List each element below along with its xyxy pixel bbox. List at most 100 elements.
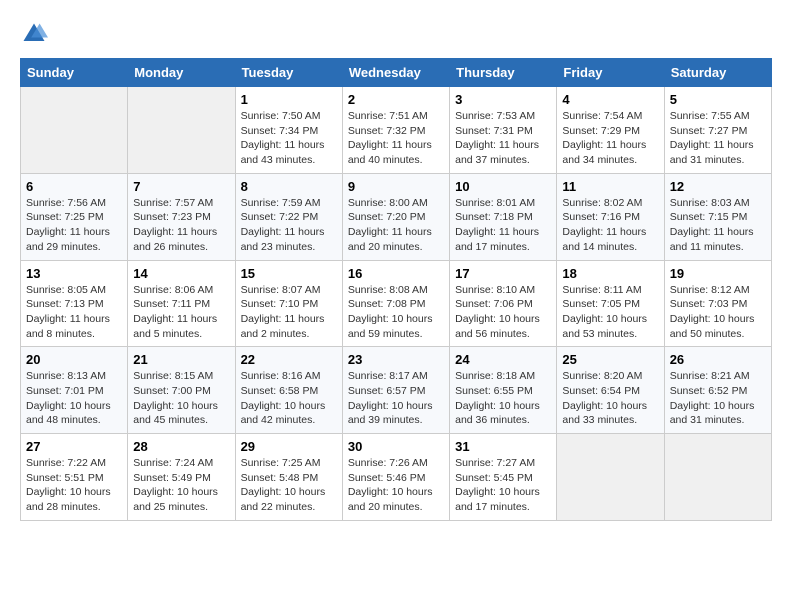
calendar-week-row: 27 Sunrise: 7:22 AM Sunset: 5:51 PM Dayli… bbox=[21, 434, 772, 521]
calendar-cell: 12 Sunrise: 8:03 AM Sunset: 7:15 PM Dayli… bbox=[664, 173, 771, 260]
day-number: 23 bbox=[348, 352, 444, 367]
day-number: 13 bbox=[26, 266, 122, 281]
day-info: Sunrise: 8:21 AM Sunset: 6:52 PM Dayligh… bbox=[670, 369, 766, 428]
day-number: 27 bbox=[26, 439, 122, 454]
day-info: Sunrise: 8:20 AM Sunset: 6:54 PM Dayligh… bbox=[562, 369, 658, 428]
calendar-cell: 16 Sunrise: 8:08 AM Sunset: 7:08 PM Dayli… bbox=[342, 260, 449, 347]
weekday-header: Monday bbox=[128, 59, 235, 87]
day-info: Sunrise: 8:02 AM Sunset: 7:16 PM Dayligh… bbox=[562, 196, 658, 255]
day-info: Sunrise: 7:24 AM Sunset: 5:49 PM Dayligh… bbox=[133, 456, 229, 515]
day-info: Sunrise: 8:10 AM Sunset: 7:06 PM Dayligh… bbox=[455, 283, 551, 342]
day-number: 17 bbox=[455, 266, 551, 281]
calendar-cell: 29Sunrise: 7:25 AM Sunset: 5:48 PM Dayli… bbox=[235, 434, 342, 521]
weekday-header: Thursday bbox=[450, 59, 557, 87]
day-info: Sunrise: 7:27 AM Sunset: 5:45 PM Dayligh… bbox=[455, 456, 551, 515]
calendar-cell: 8 Sunrise: 7:59 AM Sunset: 7:22 PM Daylig… bbox=[235, 173, 342, 260]
calendar-cell: 30 Sunrise: 7:26 AM Sunset: 5:46 PM Dayli… bbox=[342, 434, 449, 521]
day-info: Sunrise: 8:15 AM Sunset: 7:00 PM Dayligh… bbox=[133, 369, 229, 428]
day-info: Sunrise: 7:22 AM Sunset: 5:51 PM Dayligh… bbox=[26, 456, 122, 515]
day-number: 31 bbox=[455, 439, 551, 454]
calendar-cell: 5 Sunrise: 7:55 AM Sunset: 7:27 PM Daylig… bbox=[664, 87, 771, 174]
day-number: 6 bbox=[26, 179, 122, 194]
day-number: 14 bbox=[133, 266, 229, 281]
day-info: Sunrise: 8:01 AM Sunset: 7:18 PM Dayligh… bbox=[455, 196, 551, 255]
day-info: Sunrise: 7:25 AM Sunset: 5:48 PM Dayligh… bbox=[241, 456, 337, 515]
day-number: 4 bbox=[562, 92, 658, 107]
calendar-cell bbox=[664, 434, 771, 521]
logo-icon bbox=[20, 20, 48, 48]
calendar-table: SundayMondayTuesdayWednesdayThursdayFrid… bbox=[20, 58, 772, 521]
day-info: Sunrise: 8:17 AM Sunset: 6:57 PM Dayligh… bbox=[348, 369, 444, 428]
calendar-cell: 21 Sunrise: 8:15 AM Sunset: 7:00 PM Dayli… bbox=[128, 347, 235, 434]
day-info: Sunrise: 8:07 AM Sunset: 7:10 PM Dayligh… bbox=[241, 283, 337, 342]
calendar-week-row: 6Sunrise: 7:56 AM Sunset: 7:25 PM Daylig… bbox=[21, 173, 772, 260]
day-number: 10 bbox=[455, 179, 551, 194]
day-number: 8 bbox=[241, 179, 337, 194]
calendar-cell: 26 Sunrise: 8:21 AM Sunset: 6:52 PM Dayli… bbox=[664, 347, 771, 434]
calendar-week-row: 20 Sunrise: 8:13 AM Sunset: 7:01 PM Dayli… bbox=[21, 347, 772, 434]
day-info: Sunrise: 7:59 AM Sunset: 7:22 PM Dayligh… bbox=[241, 196, 337, 255]
weekday-header: Saturday bbox=[664, 59, 771, 87]
day-info: Sunrise: 8:06 AM Sunset: 7:11 PM Dayligh… bbox=[133, 283, 229, 342]
day-number: 9 bbox=[348, 179, 444, 194]
day-info: Sunrise: 7:51 AM Sunset: 7:32 PM Dayligh… bbox=[348, 109, 444, 168]
calendar-cell: 23 Sunrise: 8:17 AM Sunset: 6:57 PM Dayli… bbox=[342, 347, 449, 434]
calendar-cell: 24 Sunrise: 8:18 AM Sunset: 6:55 PM Dayli… bbox=[450, 347, 557, 434]
day-info: Sunrise: 7:55 AM Sunset: 7:27 PM Dayligh… bbox=[670, 109, 766, 168]
calendar-cell: 19Sunrise: 8:12 AM Sunset: 7:03 PM Dayli… bbox=[664, 260, 771, 347]
calendar-cell: 9Sunrise: 8:00 AM Sunset: 7:20 PM Daylig… bbox=[342, 173, 449, 260]
day-info: Sunrise: 7:53 AM Sunset: 7:31 PM Dayligh… bbox=[455, 109, 551, 168]
day-info: Sunrise: 7:50 AM Sunset: 7:34 PM Dayligh… bbox=[241, 109, 337, 168]
calendar-cell bbox=[128, 87, 235, 174]
day-info: Sunrise: 8:18 AM Sunset: 6:55 PM Dayligh… bbox=[455, 369, 551, 428]
day-number: 5 bbox=[670, 92, 766, 107]
calendar-cell bbox=[21, 87, 128, 174]
day-number: 21 bbox=[133, 352, 229, 367]
calendar-cell: 3 Sunrise: 7:53 AM Sunset: 7:31 PM Daylig… bbox=[450, 87, 557, 174]
calendar-cell: 28 Sunrise: 7:24 AM Sunset: 5:49 PM Dayli… bbox=[128, 434, 235, 521]
calendar-cell: 20 Sunrise: 8:13 AM Sunset: 7:01 PM Dayli… bbox=[21, 347, 128, 434]
day-info: Sunrise: 8:13 AM Sunset: 7:01 PM Dayligh… bbox=[26, 369, 122, 428]
calendar-cell: 14 Sunrise: 8:06 AM Sunset: 7:11 PM Dayli… bbox=[128, 260, 235, 347]
day-number: 3 bbox=[455, 92, 551, 107]
day-number: 16 bbox=[348, 266, 444, 281]
calendar-cell: 7 Sunrise: 7:57 AM Sunset: 7:23 PM Daylig… bbox=[128, 173, 235, 260]
day-number: 20 bbox=[26, 352, 122, 367]
calendar-cell: 1 Sunrise: 7:50 AM Sunset: 7:34 PM Daylig… bbox=[235, 87, 342, 174]
weekday-header: Sunday bbox=[21, 59, 128, 87]
day-number: 19 bbox=[670, 266, 766, 281]
day-info: Sunrise: 8:05 AM Sunset: 7:13 PM Dayligh… bbox=[26, 283, 122, 342]
calendar-cell: 31 Sunrise: 7:27 AM Sunset: 5:45 PM Dayli… bbox=[450, 434, 557, 521]
day-info: Sunrise: 8:03 AM Sunset: 7:15 PM Dayligh… bbox=[670, 196, 766, 255]
day-number: 30 bbox=[348, 439, 444, 454]
day-number: 22 bbox=[241, 352, 337, 367]
day-number: 12 bbox=[670, 179, 766, 194]
page-header bbox=[20, 20, 772, 48]
calendar-cell: 18Sunrise: 8:11 AM Sunset: 7:05 PM Dayli… bbox=[557, 260, 664, 347]
day-info: Sunrise: 7:26 AM Sunset: 5:46 PM Dayligh… bbox=[348, 456, 444, 515]
weekday-header: Tuesday bbox=[235, 59, 342, 87]
day-info: Sunrise: 8:11 AM Sunset: 7:05 PM Dayligh… bbox=[562, 283, 658, 342]
day-info: Sunrise: 8:16 AM Sunset: 6:58 PM Dayligh… bbox=[241, 369, 337, 428]
calendar-cell: 4 Sunrise: 7:54 AM Sunset: 7:29 PM Daylig… bbox=[557, 87, 664, 174]
day-info: Sunrise: 7:57 AM Sunset: 7:23 PM Dayligh… bbox=[133, 196, 229, 255]
day-number: 26 bbox=[670, 352, 766, 367]
calendar-week-row: 13 Sunrise: 8:05 AM Sunset: 7:13 PM Dayli… bbox=[21, 260, 772, 347]
calendar-week-row: 1 Sunrise: 7:50 AM Sunset: 7:34 PM Daylig… bbox=[21, 87, 772, 174]
day-number: 7 bbox=[133, 179, 229, 194]
calendar-cell: 15Sunrise: 8:07 AM Sunset: 7:10 PM Dayli… bbox=[235, 260, 342, 347]
day-number: 1 bbox=[241, 92, 337, 107]
day-info: Sunrise: 7:54 AM Sunset: 7:29 PM Dayligh… bbox=[562, 109, 658, 168]
calendar-cell: 13 Sunrise: 8:05 AM Sunset: 7:13 PM Dayli… bbox=[21, 260, 128, 347]
day-number: 24 bbox=[455, 352, 551, 367]
calendar-cell bbox=[557, 434, 664, 521]
calendar-cell: 17 Sunrise: 8:10 AM Sunset: 7:06 PM Dayli… bbox=[450, 260, 557, 347]
calendar-cell: 2 Sunrise: 7:51 AM Sunset: 7:32 PM Daylig… bbox=[342, 87, 449, 174]
day-number: 28 bbox=[133, 439, 229, 454]
calendar-cell: 22 Sunrise: 8:16 AM Sunset: 6:58 PM Dayli… bbox=[235, 347, 342, 434]
day-info: Sunrise: 8:08 AM Sunset: 7:08 PM Dayligh… bbox=[348, 283, 444, 342]
calendar-cell: 10 Sunrise: 8:01 AM Sunset: 7:18 PM Dayli… bbox=[450, 173, 557, 260]
calendar-cell: 11Sunrise: 8:02 AM Sunset: 7:16 PM Dayli… bbox=[557, 173, 664, 260]
day-number: 2 bbox=[348, 92, 444, 107]
logo bbox=[20, 20, 52, 48]
